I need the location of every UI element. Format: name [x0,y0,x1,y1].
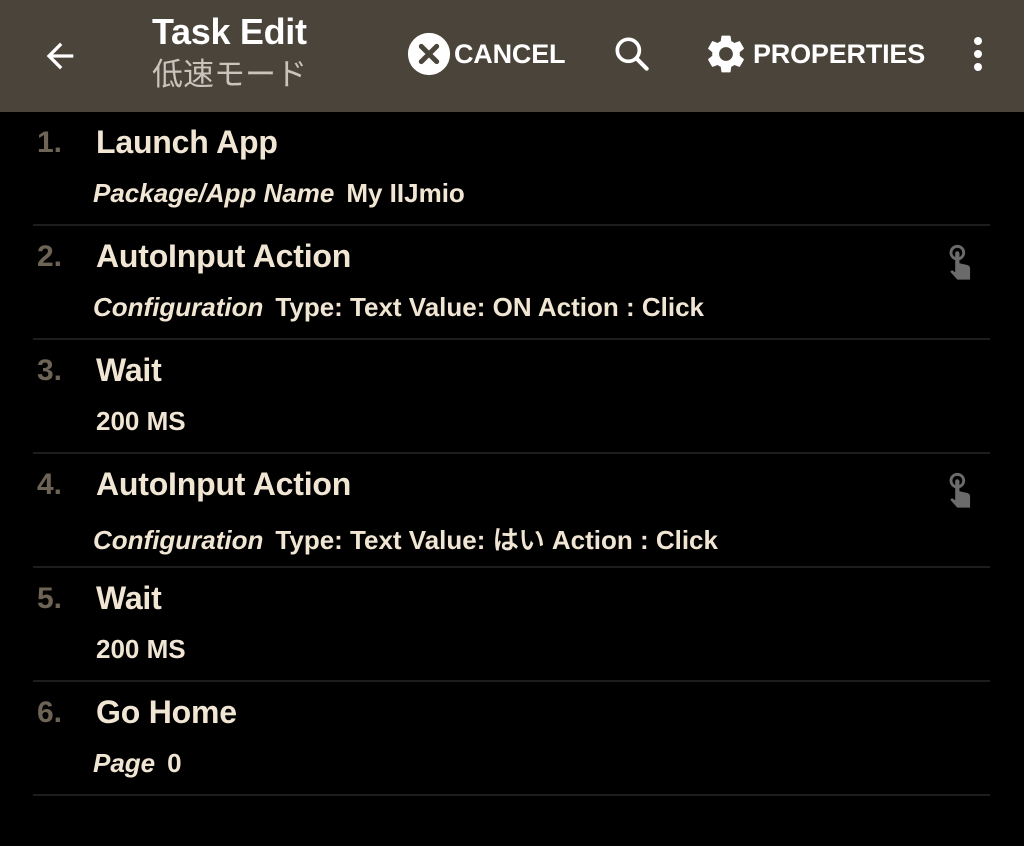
action-row-1[interactable]: 1. Launch App Package/App Name My IIJmio [33,112,990,226]
task-name-subtitle: 低速モード [152,57,307,93]
title-block: Task Edit 低速モード [152,10,307,96]
more-vert-icon [974,37,982,71]
cancel-button[interactable]: CANCEL [406,30,565,78]
action-number: 3. [37,354,63,387]
action-number: 1. [37,126,63,159]
action-row-2[interactable]: 2. AutoInput Action Configuration Type: T… [33,226,990,340]
action-details: Page 0 [93,748,182,779]
touch-app-icon[interactable] [946,244,980,284]
action-name: AutoInput Action [96,238,352,274]
action-number: 5. [37,582,63,615]
close-circle-icon [407,32,451,76]
page-title: Task Edit [152,11,307,52]
param-value: My IIJmio [346,178,465,208]
properties-label: PROPERTIES [753,38,926,69]
action-number: 2. [37,240,63,273]
param-value: 200 MS [96,634,186,664]
search-icon [615,37,649,71]
action-row-4[interactable]: 4. AutoInput Action Configuration Type: T… [33,454,990,568]
action-row-6[interactable]: 6. Go Home Page 0 [33,682,990,796]
param-label: Package/App Name [93,178,335,208]
param-value: Type: Text Value: はい Action : Click [275,525,718,555]
param-label: Configuration [93,525,264,555]
action-name: Wait [96,580,162,616]
param-value: Type: Text Value: ON Action : Click [275,292,705,322]
action-name: Launch App [96,124,278,160]
param-value: 0 [167,748,182,778]
properties-button[interactable]: PROPERTIES [703,30,925,78]
action-details: Package/App Name My IIJmio [93,178,465,209]
param-label: Configuration [93,292,264,322]
action-row-5[interactable]: 5. Wait 200 MS [33,568,990,682]
action-number: 4. [37,468,63,501]
search-button[interactable] [610,30,654,78]
action-name: AutoInput Action [96,466,352,502]
gear-icon [708,35,744,73]
cancel-label: CANCEL [454,38,566,69]
arrow-left-icon [46,42,74,70]
touch-app-icon[interactable] [946,472,980,512]
action-list: 1. Launch App Package/App Name My IIJmio … [0,112,1024,796]
action-number: 6. [37,696,63,729]
action-details: Configuration Type: Text Value: はい Action… [93,520,718,557]
action-row-3[interactable]: 3. Wait 200 MS [33,340,990,454]
action-details: 200 MS [96,634,186,665]
action-details: 200 MS [96,406,186,437]
more-options-button[interactable] [962,30,994,78]
app-bar: Task Edit 低速モード CANCEL PROPERTIES [0,0,1024,112]
param-label: Page [93,748,156,778]
param-value: 200 MS [96,406,186,436]
action-name: Wait [96,352,162,388]
back-button[interactable] [36,32,84,80]
action-details: Configuration Type: Text Value: ON Action… [93,292,704,323]
action-name: Go Home [96,694,237,730]
